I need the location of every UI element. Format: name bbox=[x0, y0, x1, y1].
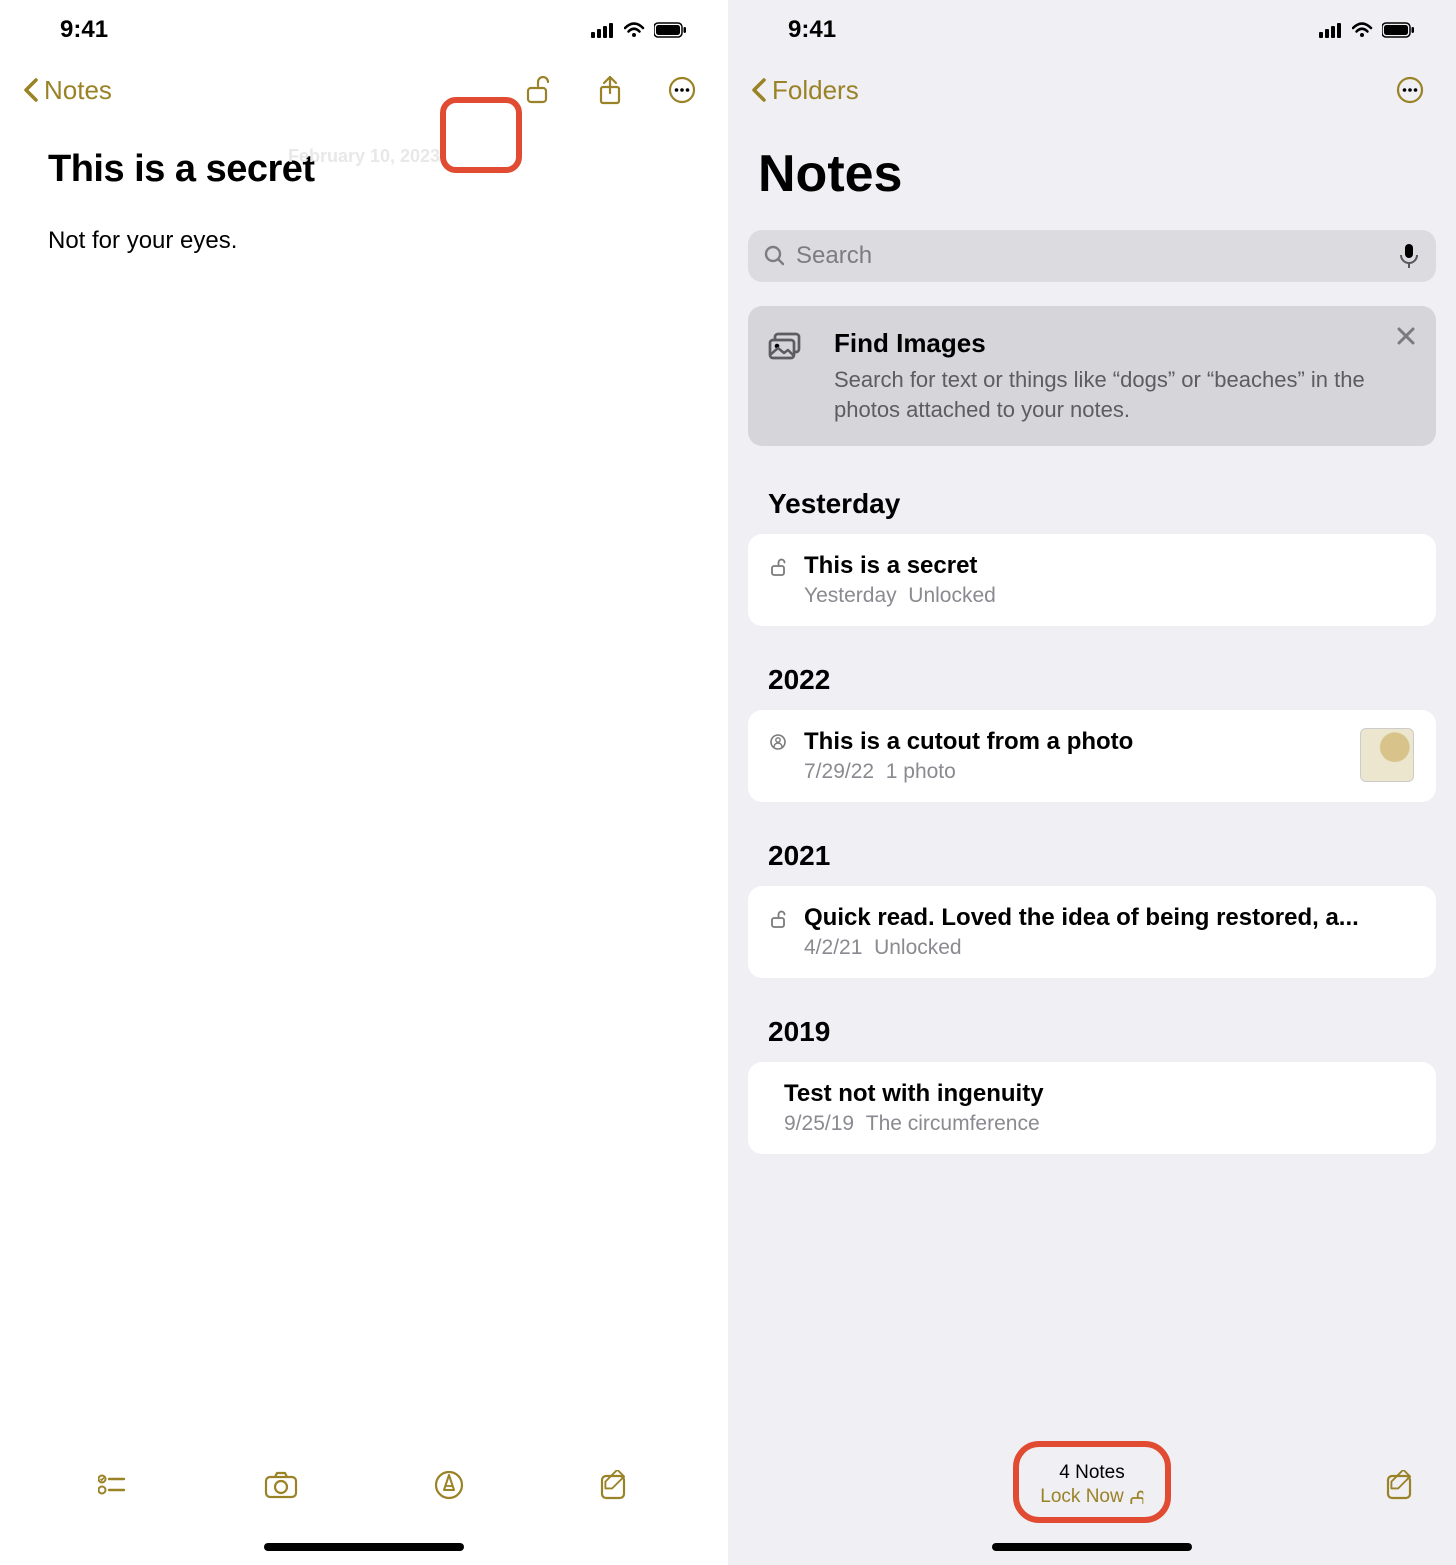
note-row-status: Unlocked bbox=[908, 584, 996, 607]
checklist-button[interactable] bbox=[98, 1474, 128, 1496]
back-button[interactable]: Notes bbox=[22, 75, 112, 106]
chevron-left-icon bbox=[750, 78, 768, 102]
note-title[interactable]: This is a secret bbox=[48, 148, 680, 191]
note-row[interactable]: Quick read. Loved the idea of being rest… bbox=[748, 886, 1436, 978]
note-row-date: 9/25/19 bbox=[784, 1112, 854, 1135]
highlight-annotation bbox=[1013, 1441, 1171, 1523]
note-row-title: Test not with ingenuity bbox=[784, 1080, 1414, 1108]
search-icon bbox=[764, 245, 786, 267]
status-bar: 9:41 bbox=[0, 0, 728, 60]
note-row-date: 7/29/22 bbox=[804, 760, 874, 783]
note-row-date: Yesterday bbox=[804, 584, 897, 607]
tip-text: Search for text or things like “dogs” or… bbox=[834, 365, 1380, 424]
camera-button[interactable] bbox=[264, 1470, 298, 1500]
section-header: 2022 bbox=[728, 636, 1456, 710]
search-input[interactable]: Search bbox=[748, 230, 1436, 282]
back-button[interactable]: Folders bbox=[750, 75, 859, 106]
wifi-icon bbox=[624, 22, 646, 39]
battery-icon bbox=[654, 21, 688, 39]
note-row-status: The circumference bbox=[866, 1112, 1040, 1135]
section-header: 2021 bbox=[728, 812, 1456, 886]
lock-toggle-button[interactable] bbox=[514, 66, 562, 114]
camera-icon bbox=[264, 1470, 298, 1500]
share-button[interactable] bbox=[586, 66, 634, 114]
section-header: 2019 bbox=[728, 988, 1456, 1062]
home-indicator[interactable] bbox=[264, 1543, 464, 1551]
note-row[interactable]: Test not with ingenuity 9/25/19 The circ… bbox=[748, 1062, 1436, 1154]
compose-icon bbox=[1386, 1470, 1416, 1500]
chevron-left-icon bbox=[22, 78, 40, 102]
cellular-icon bbox=[591, 22, 616, 39]
tip-title: Find Images bbox=[834, 328, 1380, 359]
status-time: 9:41 bbox=[60, 16, 108, 44]
dictate-icon[interactable] bbox=[1398, 243, 1420, 269]
find-images-tip: Find Images Search for text or things li… bbox=[748, 306, 1436, 446]
note-row-status: 1 photo bbox=[886, 760, 956, 783]
note-thumbnail bbox=[1360, 728, 1414, 782]
nav-bar: Folders bbox=[728, 60, 1456, 120]
home-indicator[interactable] bbox=[992, 1543, 1192, 1551]
lock-open-icon bbox=[770, 910, 790, 928]
cellular-icon bbox=[1319, 22, 1344, 39]
ellipsis-circle-icon bbox=[1396, 76, 1424, 104]
lock-open-icon bbox=[770, 558, 790, 576]
highlight-annotation bbox=[440, 97, 522, 173]
images-icon bbox=[768, 332, 812, 368]
status-bar: 9:41 bbox=[728, 0, 1456, 60]
bottom-toolbar bbox=[0, 1449, 728, 1521]
compose-button[interactable] bbox=[600, 1470, 630, 1500]
status-time: 9:41 bbox=[788, 16, 836, 44]
compose-button[interactable] bbox=[1386, 1470, 1416, 1500]
note-row-title: This is a cutout from a photo bbox=[804, 728, 1346, 756]
page-title: Notes bbox=[728, 120, 1456, 220]
share-icon bbox=[597, 75, 623, 105]
wifi-icon bbox=[1352, 22, 1374, 39]
dismiss-tip-button[interactable] bbox=[1396, 326, 1416, 346]
section-header: Yesterday bbox=[728, 460, 1456, 534]
note-row-title: This is a secret bbox=[804, 552, 1414, 580]
markup-icon bbox=[434, 1470, 464, 1500]
note-row[interactable]: This is a secret Yesterday Unlocked bbox=[748, 534, 1436, 626]
battery-icon bbox=[1382, 21, 1416, 39]
back-label: Notes bbox=[44, 75, 112, 106]
close-icon bbox=[1396, 326, 1416, 346]
note-row-title: Quick read. Loved the idea of being rest… bbox=[804, 904, 1414, 932]
markup-button[interactable] bbox=[434, 1470, 464, 1500]
shared-icon bbox=[770, 734, 790, 750]
note-row-date: 4/2/21 bbox=[804, 936, 862, 959]
nav-bar: Notes bbox=[0, 60, 728, 120]
note-row[interactable]: This is a cutout from a photo 7/29/22 1 … bbox=[748, 710, 1436, 802]
lock-open-icon bbox=[524, 76, 552, 104]
more-button[interactable] bbox=[1386, 66, 1434, 114]
search-placeholder: Search bbox=[796, 242, 1388, 270]
back-label: Folders bbox=[772, 75, 859, 106]
compose-icon bbox=[600, 1470, 630, 1500]
note-row-status: Unlocked bbox=[874, 936, 962, 959]
note-editor[interactable]: This is a secret Not for your eyes. bbox=[0, 120, 728, 283]
more-button[interactable] bbox=[658, 66, 706, 114]
note-body[interactable]: Not for your eyes. bbox=[48, 227, 680, 255]
ellipsis-circle-icon bbox=[668, 76, 696, 104]
checklist-icon bbox=[98, 1474, 128, 1496]
